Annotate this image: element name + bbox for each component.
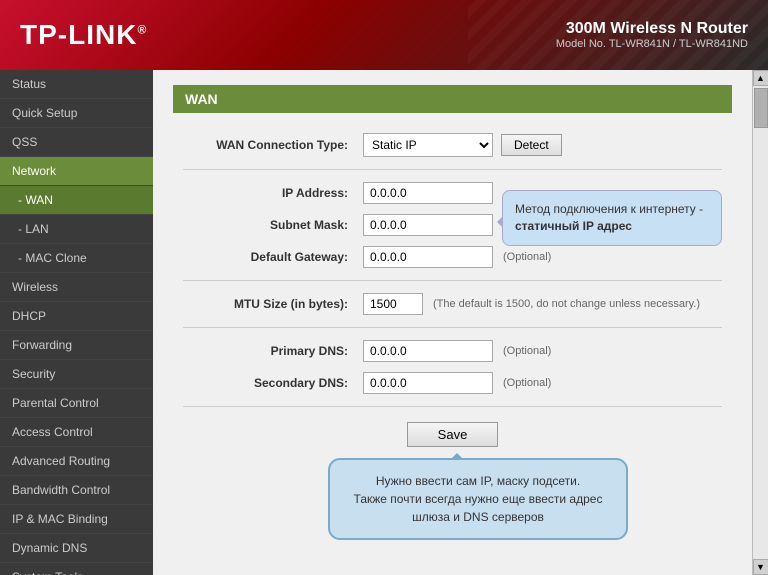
sidebar-item-bandwidth-control[interactable]: Bandwidth Control: [0, 476, 153, 505]
sidebar-item-status[interactable]: Status: [0, 70, 153, 99]
default-gateway-input[interactable]: [363, 246, 493, 268]
header-right: 300M Wireless N Router Model No. TL-WR84…: [556, 20, 748, 50]
model-title: 300M Wireless N Router: [556, 20, 748, 38]
divider-4: [183, 406, 722, 407]
primary-dns-input[interactable]: [363, 340, 493, 362]
secondary-dns-label: Secondary DNS:: [183, 376, 363, 390]
primary-dns-hint: (Optional): [503, 345, 551, 357]
sidebar-item-advanced-routing[interactable]: Advanced Routing: [0, 447, 153, 476]
sidebar-item-lan[interactable]: - LAN: [0, 215, 153, 244]
sidebar-item-access-control[interactable]: Access Control: [0, 418, 153, 447]
tooltip-top-line1: Метод подключения к интернету -: [515, 202, 703, 216]
mtu-input[interactable]: [363, 293, 423, 315]
sidebar-item-wireless[interactable]: Wireless: [0, 273, 153, 302]
mtu-hint: (The default is 1500, do not change unle…: [433, 298, 700, 310]
logo-tm: ®: [137, 23, 147, 37]
scroll-up-arrow[interactable]: ▲: [753, 70, 768, 86]
divider-3: [183, 327, 722, 328]
divider-2: [183, 280, 722, 281]
secondary-dns-row: Secondary DNS: (Optional): [173, 372, 732, 394]
content-inner: WAN WAN Connection Type: Static IP Detec…: [153, 70, 752, 477]
sidebar-item-security[interactable]: Security: [0, 360, 153, 389]
scroll-track[interactable]: [753, 86, 768, 559]
save-button[interactable]: Save: [407, 422, 499, 447]
ip-address-label: IP Address:: [183, 186, 363, 200]
mtu-row: MTU Size (in bytes): (The default is 150…: [173, 293, 732, 315]
content-area: WAN WAN Connection Type: Static IP Detec…: [153, 70, 752, 575]
tooltip-top-line2: статичный IP адрес: [515, 219, 632, 233]
wan-connection-type-row: WAN Connection Type: Static IP Detect: [173, 133, 732, 157]
save-row: Save: [173, 422, 732, 447]
sidebar-item-forwarding[interactable]: Forwarding: [0, 331, 153, 360]
scroll-down-arrow[interactable]: ▼: [753, 559, 768, 575]
scrollbar[interactable]: ▲ ▼: [752, 70, 768, 575]
subnet-mask-input[interactable]: [363, 214, 493, 236]
secondary-dns-input[interactable]: [363, 372, 493, 394]
sidebar-item-dynamic-dns[interactable]: Dynamic DNS: [0, 534, 153, 563]
secondary-dns-hint: (Optional): [503, 377, 551, 389]
sidebar-item-ip-mac-binding[interactable]: IP & MAC Binding: [0, 505, 153, 534]
logo-text: TP-LINK: [20, 19, 137, 50]
divider-1: [183, 169, 722, 170]
sidebar: StatusQuick SetupQSSNetwork- WAN- LAN- M…: [0, 70, 153, 575]
sidebar-item-wan[interactable]: - WAN: [0, 186, 153, 215]
sidebar-item-dhcp[interactable]: DHCP: [0, 302, 153, 331]
sidebar-item-network[interactable]: Network: [0, 157, 153, 186]
wan-connection-type-select[interactable]: Static IP: [363, 133, 493, 157]
detect-button[interactable]: Detect: [501, 134, 562, 156]
default-gateway-label: Default Gateway:: [183, 250, 363, 264]
ip-address-input[interactable]: [363, 182, 493, 204]
main-layout: StatusQuick SetupQSSNetwork- WAN- LAN- M…: [0, 70, 768, 575]
scroll-thumb[interactable]: [754, 88, 768, 128]
sidebar-item-mac-clone[interactable]: - MAC Clone: [0, 244, 153, 273]
wan-connection-type-label: WAN Connection Type:: [183, 138, 363, 152]
default-gateway-hint: (Optional): [503, 251, 551, 263]
sidebar-item-parental-control[interactable]: Parental Control: [0, 389, 153, 418]
default-gateway-row: Default Gateway: (Optional): [173, 246, 732, 268]
model-sub: Model No. TL-WR841N / TL-WR841ND: [556, 38, 748, 50]
primary-dns-row: Primary DNS: (Optional): [173, 340, 732, 362]
tooltip-bottom-text: Нужно ввести сам IP, маску подсети.Также…: [354, 474, 603, 524]
mtu-label: MTU Size (in bytes):: [183, 297, 363, 311]
tooltip-bottom: Нужно ввести сам IP, маску подсети.Также…: [328, 458, 628, 540]
sidebar-item-system-tools[interactable]: System Tools: [0, 563, 153, 575]
primary-dns-label: Primary DNS:: [183, 344, 363, 358]
tooltip-top: Метод подключения к интернету - статичны…: [502, 190, 722, 246]
sidebar-item-quick-setup[interactable]: Quick Setup: [0, 99, 153, 128]
logo: TP-LINK®: [20, 19, 147, 51]
sidebar-item-qss[interactable]: QSS: [0, 128, 153, 157]
subnet-mask-label: Subnet Mask:: [183, 218, 363, 232]
page-title: WAN: [173, 85, 732, 113]
header: TP-LINK® 300M Wireless N Router Model No…: [0, 0, 768, 70]
